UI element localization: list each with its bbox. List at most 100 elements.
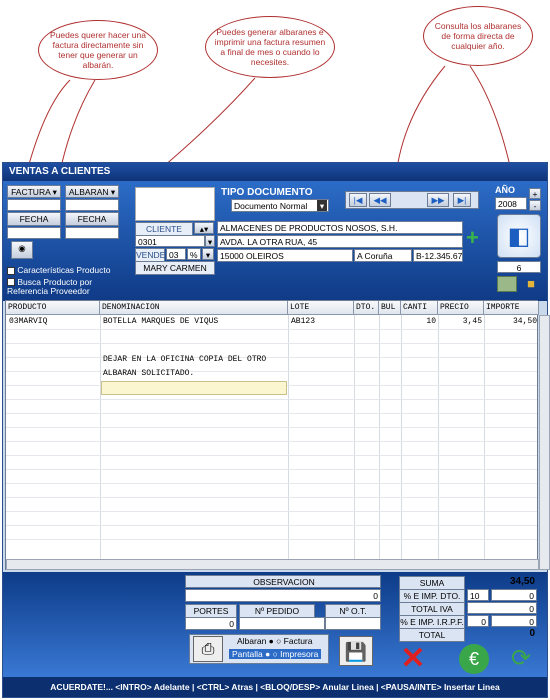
cancel-icon[interactable]: ✕ xyxy=(397,644,429,674)
col-importe[interactable]: IMPORTE xyxy=(484,301,539,315)
observacion-label: OBSERVACION xyxy=(253,577,315,587)
opt-pantalla: Pantalla xyxy=(232,649,263,659)
tipo-doc-select[interactable]: Documento Normal ▾ xyxy=(231,199,329,212)
ot-input[interactable] xyxy=(325,617,381,630)
tipo-doc-label: TIPO DOCUMENTO xyxy=(221,187,313,198)
total-iva-label: TOTAL IVA xyxy=(399,602,465,616)
lines-grid: PRODUCTO DENOMINACION LOTE DTO. BUL CANT… xyxy=(5,300,550,570)
vende-dropdown[interactable]: ▾ xyxy=(202,248,214,260)
client-province[interactable]: A Coruña xyxy=(354,249,412,262)
suma-label: SUMA xyxy=(399,576,465,590)
euro-icon[interactable]: € xyxy=(459,644,489,674)
fecha-button-2[interactable]: FECHA xyxy=(65,212,119,226)
fecha-value-2[interactable] xyxy=(65,227,119,239)
sales-window: VENTAS A CLIENTES FACTURA ▾ ALBARAN ▾ FE… xyxy=(2,162,550,698)
col-producto[interactable]: PRODUCTO xyxy=(6,301,100,315)
pedido-input[interactable] xyxy=(239,617,325,630)
cell-precio[interactable]: 3,45 xyxy=(438,315,482,329)
opt-albaran: Albaran xyxy=(237,636,267,646)
irpf-label: % E IMP. I.R.P.F. xyxy=(399,615,465,629)
refresh-icon[interactable]: ⟳ xyxy=(506,644,536,674)
factura-label: FACTURA xyxy=(11,187,51,197)
status-bar: ACUERDATE!... <INTRO> Adelante | <CTRL> … xyxy=(3,677,547,697)
col-dto[interactable]: DTO. xyxy=(354,301,379,315)
dto-label: % E IMP. DTO. xyxy=(399,589,465,603)
chk-busca[interactable]: Busca Producto por Referencia Proveedor xyxy=(7,278,132,296)
tipo-doc-value: Documento Normal xyxy=(234,201,308,211)
ot-label: Nº O.T. xyxy=(325,604,381,618)
total-label: TOTAL xyxy=(399,628,465,642)
next-record-icon[interactable]: ▶▶ xyxy=(427,193,449,207)
client-city[interactable]: 15000 OLEIROS xyxy=(217,249,353,262)
albaran-factura-option[interactable]: Albaran ● ○ Factura xyxy=(237,636,313,646)
cell-producto[interactable]: 03MARVIQ xyxy=(9,315,47,329)
cliente-code-input[interactable]: 0301 xyxy=(135,235,205,247)
cliente-label: CLIENTE xyxy=(135,222,193,236)
factura-dropdown[interactable]: FACTURA ▾ xyxy=(7,185,61,198)
cell-importe[interactable]: 34,50 xyxy=(484,315,537,329)
col-lote[interactable]: LOTE xyxy=(288,301,354,315)
ano-decrement[interactable]: - xyxy=(529,200,541,211)
irpf-value: 0 xyxy=(491,615,537,627)
col-denominacion[interactable]: DENOMINACION xyxy=(100,301,288,315)
last-record-icon[interactable]: ▶| xyxy=(453,193,471,207)
chk-caracteristicas-label: Características Producto xyxy=(17,265,111,275)
vende-pct: % xyxy=(187,248,201,260)
opt-impresora: Impresora xyxy=(280,649,319,659)
cell-denominacion[interactable]: BOTELLA MARQUES DE VIQUS xyxy=(103,315,218,329)
printer-icon[interactable]: ⎙ xyxy=(193,636,223,662)
total-value: 0 xyxy=(529,628,535,639)
cell-lote[interactable]: AB123 xyxy=(291,315,315,329)
client-name[interactable]: ALMACENES DE PRODUCTOS NOSOS, S.H. xyxy=(217,221,463,234)
dto-value: 0 xyxy=(491,589,537,601)
opt-factura: Factura xyxy=(283,636,313,646)
albaran-dropdown[interactable]: ALBARAN ▾ xyxy=(65,185,119,198)
chk-busca-label: Busca Producto por Referencia Proveedor xyxy=(7,277,93,296)
header-panel: FACTURA ▾ ALBARAN ▾ FECHA FECHA ◉ Caract… xyxy=(3,181,547,301)
counter: 6 xyxy=(497,261,541,273)
vende-label: VENDE xyxy=(135,248,166,262)
col-bul[interactable]: BUL xyxy=(379,301,401,315)
col-canti[interactable]: CANTI xyxy=(401,301,438,315)
ano-increment[interactable]: + xyxy=(529,188,541,199)
portes-label: PORTES xyxy=(185,604,237,618)
money-icon[interactable] xyxy=(497,276,517,292)
document-icon xyxy=(135,187,215,221)
footer-panel: OBSERVACION 0 PORTES Nº PEDIDO Nº O.T. 0… xyxy=(3,572,547,680)
col-precio[interactable]: PRECIO xyxy=(438,301,484,315)
active-cell[interactable] xyxy=(101,381,287,395)
factura-number[interactable] xyxy=(7,199,61,211)
portes-input[interactable]: 0 xyxy=(185,617,237,630)
pantalla-impresora-option[interactable]: Pantalla ● ○ Impresora xyxy=(229,649,322,659)
observacion-input[interactable]: 0 xyxy=(185,589,381,602)
note-line-2[interactable]: ALBARAN SOLICITADO. xyxy=(103,367,194,381)
ano-label: AÑO xyxy=(495,185,515,195)
client-nif[interactable]: B-12.345.678 xyxy=(413,249,463,262)
albaran-number[interactable] xyxy=(65,199,119,211)
fecha-button-1[interactable]: FECHA xyxy=(7,212,61,226)
dto-pct[interactable]: 10 xyxy=(467,589,489,601)
prev-record-icon[interactable]: ◀◀ xyxy=(369,193,391,207)
cell-canti[interactable]: 10 xyxy=(401,315,436,329)
irpf-pct[interactable]: 0 xyxy=(467,615,489,627)
cliente-arrows[interactable]: ▴▾ xyxy=(194,222,214,234)
client-address[interactable]: AVDA. LA OTRA RUA, 45 xyxy=(217,235,463,248)
vendedor-name: MARY CARMEN xyxy=(135,261,215,275)
ano-input[interactable]: 2008 xyxy=(495,197,527,210)
lock-icon[interactable]: ■ xyxy=(521,276,541,292)
vertical-scrollbar[interactable] xyxy=(539,315,550,570)
vende-input[interactable]: 03 xyxy=(166,248,186,260)
save-door-icon[interactable]: ◧ xyxy=(497,214,541,258)
chk-caracteristicas[interactable]: Características Producto xyxy=(7,265,110,275)
observacion-header[interactable]: OBSERVACION xyxy=(185,575,381,588)
note-line-1[interactable]: DEJAR EN LA OFICINA COPIA DEL OTRO xyxy=(103,353,266,367)
horizontal-scrollbar[interactable] xyxy=(6,559,539,570)
suma-value: 34,50 xyxy=(509,576,535,587)
cliente-code-dropdown[interactable]: ▾ xyxy=(205,235,215,247)
total-iva-value: 0 xyxy=(467,602,537,614)
add-client-icon[interactable]: + xyxy=(466,227,484,249)
fecha-value-1[interactable] xyxy=(7,227,61,239)
floppy-save-icon[interactable]: 💾 xyxy=(339,636,373,666)
camera-icon[interactable]: ◉ xyxy=(11,241,33,259)
first-record-icon[interactable]: |◀ xyxy=(349,193,367,207)
